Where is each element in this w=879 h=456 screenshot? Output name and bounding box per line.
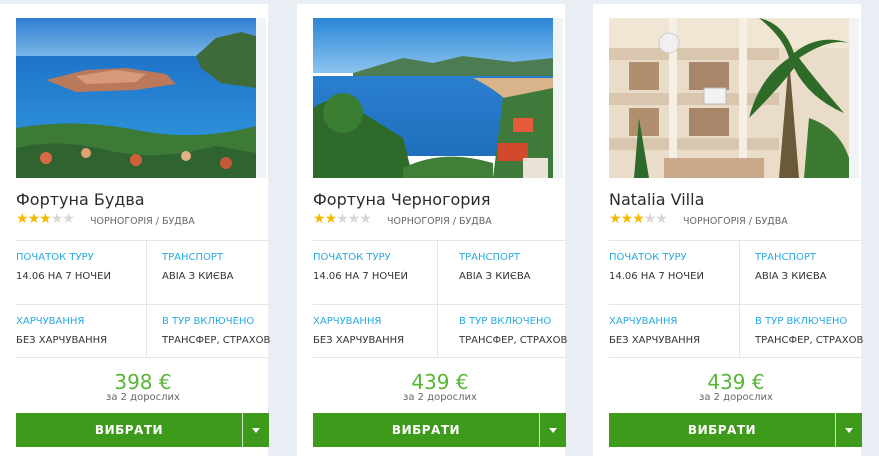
tour-start-label: Початок туру xyxy=(313,252,391,263)
star-icon: ★ xyxy=(27,211,41,227)
star-icon: ★ xyxy=(39,211,52,227)
dropdown-button[interactable] xyxy=(540,413,566,447)
divider xyxy=(609,357,863,358)
meals-value: Без харчування xyxy=(313,335,405,346)
divider xyxy=(609,240,863,241)
meals-value: Без харчування xyxy=(609,335,701,346)
photo-shadow xyxy=(553,18,563,178)
included-value: Трансфер, страхов... xyxy=(459,335,567,346)
star-rating: ★★★★★ xyxy=(16,211,75,227)
tour-start-value: 14.06 на 7 ночей xyxy=(16,271,111,282)
transport-value: Авіа з Києва xyxy=(162,271,234,282)
price-persons: за 2 дорослих xyxy=(403,392,477,403)
tour-card: Фортуна Черногория ★★★★★ Чорногорія / Бу… xyxy=(297,4,567,456)
star-icon: ★ xyxy=(336,211,349,227)
hotel-location: Чорногорія / Будва xyxy=(90,216,195,227)
star-icon: ★ xyxy=(609,211,622,227)
photo-shadow xyxy=(849,18,859,178)
divider xyxy=(16,357,270,358)
transport-label: Транспорт xyxy=(459,252,521,263)
included-value: Трансфер, страхов... xyxy=(755,335,863,346)
divider xyxy=(437,240,438,357)
star-rating: ★★★★★ xyxy=(609,211,668,227)
meals-value: Без харчування xyxy=(16,335,108,346)
tour-start-label: Початок туру xyxy=(16,252,94,263)
included-label: В тур включено xyxy=(755,316,848,327)
photo-shadow xyxy=(256,18,266,178)
hotel-photo[interactable] xyxy=(609,18,849,178)
price: 439 € xyxy=(707,370,765,394)
star-icon: ★ xyxy=(632,211,645,227)
divider xyxy=(313,357,567,358)
divider xyxy=(16,304,270,305)
tour-start-value: 14.06 на 7 ночей xyxy=(313,271,408,282)
dropdown-button[interactable] xyxy=(836,413,862,447)
price-persons: за 2 дорослих xyxy=(106,392,180,403)
transport-value: Авіа з Києва xyxy=(755,271,827,282)
tour-start-label: Початок туру xyxy=(609,252,687,263)
star-icon: ★ xyxy=(643,211,657,227)
hotel-location: Чорногорія / Будва xyxy=(387,216,492,227)
divider xyxy=(739,240,740,357)
price: 439 € xyxy=(411,370,469,394)
divider xyxy=(146,240,147,357)
dropdown-button[interactable] xyxy=(243,413,269,447)
caret-down-icon xyxy=(549,427,557,433)
select-button[interactable]: Вибрати xyxy=(313,413,539,447)
price-persons: за 2 дорослих xyxy=(699,392,773,403)
price: 398 € xyxy=(114,370,172,394)
hotel-photo[interactable] xyxy=(16,18,256,178)
caret-down-icon xyxy=(252,427,260,433)
transport-value: Авіа з Києва xyxy=(459,271,531,282)
star-rating: ★★★★★ xyxy=(313,211,372,227)
included-value: Трансфер, страхов... xyxy=(162,335,270,346)
star-icon: ★ xyxy=(16,211,29,227)
divider xyxy=(16,240,270,241)
transport-label: Транспорт xyxy=(162,252,224,263)
caret-down-icon xyxy=(845,427,853,433)
tour-start-value: 14.06 на 7 ночей xyxy=(609,271,704,282)
hotel-title[interactable]: Фортуна Будва xyxy=(16,190,145,209)
meals-label: Харчування xyxy=(313,316,382,327)
star-icon: ★ xyxy=(324,211,338,227)
hotel-title[interactable]: Фортуна Черногория xyxy=(313,190,490,209)
included-label: В тур включено xyxy=(162,316,255,327)
star-icon: ★ xyxy=(655,211,668,227)
star-icon: ★ xyxy=(620,211,634,227)
tour-card: Natalia Villa ★★★★★ Чорногорія / Будва П… xyxy=(593,4,863,456)
star-icon: ★ xyxy=(359,211,372,227)
tour-card: Фортуна Будва ★★★★★ Чорногорія / Будва П… xyxy=(0,4,270,456)
included-label: В тур включено xyxy=(459,316,552,327)
star-icon: ★ xyxy=(62,211,75,227)
hotel-title[interactable]: Natalia Villa xyxy=(609,190,704,209)
hotel-location: Чорногорія / Будва xyxy=(683,216,788,227)
meals-label: Харчування xyxy=(16,316,85,327)
star-icon: ★ xyxy=(50,211,64,227)
star-icon: ★ xyxy=(313,211,326,227)
divider xyxy=(313,240,567,241)
hotel-photo[interactable] xyxy=(313,18,553,178)
meals-label: Харчування xyxy=(609,316,678,327)
divider xyxy=(609,304,863,305)
select-button[interactable]: Вибрати xyxy=(16,413,242,447)
transport-label: Транспорт xyxy=(755,252,817,263)
select-button[interactable]: Вибрати xyxy=(609,413,835,447)
star-icon: ★ xyxy=(347,211,361,227)
divider xyxy=(313,304,567,305)
